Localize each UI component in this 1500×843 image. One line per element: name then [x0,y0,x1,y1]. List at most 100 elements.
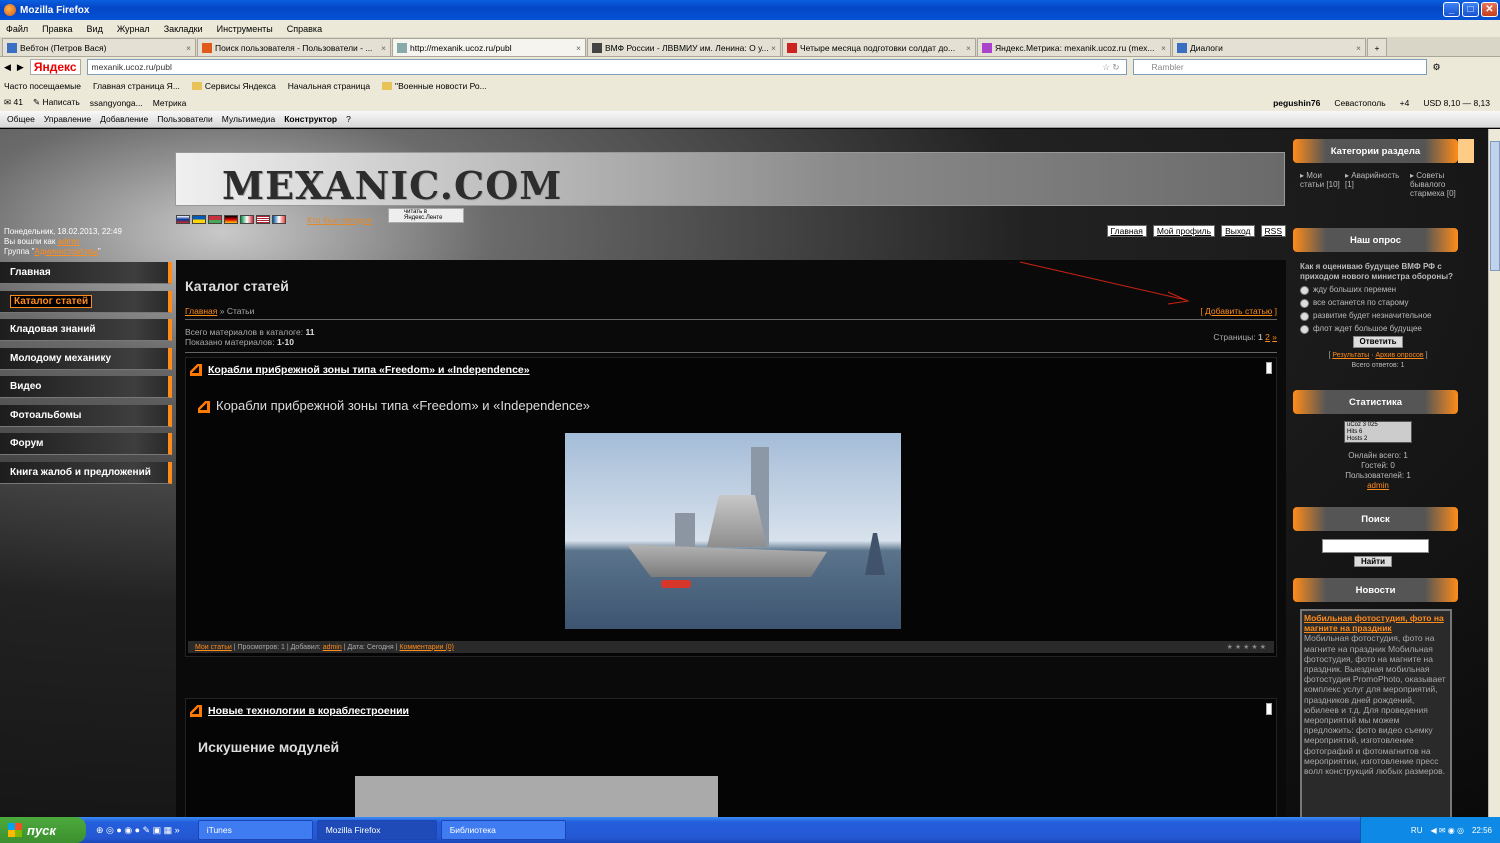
tab-close-icon[interactable]: × [576,43,581,53]
scrollbar-thumb[interactable] [1490,141,1500,271]
new-tab-button[interactable]: + [1367,38,1387,56]
menu-history[interactable]: Журнал [117,24,150,34]
article-title-link[interactable]: Новые технологии в кораблестроении [190,705,409,718]
footer-category-link[interactable]: Мои статьи [195,644,232,651]
tab-close-icon[interactable]: × [1161,43,1166,53]
menu-item-forum[interactable]: Форум [0,433,172,455]
menu-tools[interactable]: Инструменты [217,24,273,34]
news-title-link[interactable]: Мобильная фотостудия, фото на магните на… [1304,613,1444,633]
tab-vmf[interactable]: ВМФ России - ЛВВМИУ им. Ленина: О у... × [587,38,781,56]
menu-item-home[interactable]: Главная [0,262,172,284]
bookmark-folder[interactable]: Сервисы Яндекса [192,81,276,91]
ucoz-menu-add[interactable]: Добавление [100,114,148,124]
menu-file[interactable]: Файл [6,24,28,34]
entry-menu-button[interactable] [1266,362,1272,374]
page-scrollbar[interactable] [1488,129,1500,817]
top-link-profile[interactable]: Мой профиль [1152,225,1216,237]
category-item[interactable]: ▸ Аварийность [1] [1345,171,1409,198]
city[interactable]: Севастополь [1334,98,1385,108]
tab-close-icon[interactable]: × [186,43,191,53]
poll-option[interactable]: жду больших перемен [1300,285,1456,295]
poll-results-link[interactable]: Результаты [1332,352,1369,359]
menu-item-guestbook[interactable]: Книга жалоб и предложений [0,461,172,484]
tab-mexanik-publ[interactable]: http://mexanik.ucoz.ru/publ × [392,38,586,56]
menu-item-knowledge[interactable]: Кладовая знаний [0,319,172,341]
quick-launch-icons[interactable]: ⊕ ◎ ● ◉ ● ✎ ▣ ▦ » [96,825,180,836]
flag-icon[interactable] [240,215,254,224]
user-short[interactable]: ssangyonga... [90,98,143,108]
article-image[interactable] [355,776,718,817]
menu-edit[interactable]: Правка [42,24,72,34]
flag-icon[interactable] [272,215,286,224]
ucoz-menu-general[interactable]: Общее [7,114,35,124]
ucoz-menu-constructor[interactable]: Конструктор [284,114,337,124]
breadcrumb-home[interactable]: Главная [185,306,217,316]
ucoz-counter[interactable]: uCoz 3 025 Hits 6 Hosts 2 [1344,421,1412,443]
site-logo[interactable]: MEXANIC.COM [222,163,562,208]
rating-stars[interactable]: ★★★★★ [1227,643,1268,651]
poll-option[interactable]: развитие будет незначительное [1300,311,1456,321]
forward-icon[interactable]: ▶ [17,62,24,73]
flag-icon[interactable] [192,215,206,224]
tab-dialogs[interactable]: Диалоги × [1172,38,1366,56]
footer-comments-link[interactable]: Комментарии (0) [399,644,454,651]
bookmark-star-icon[interactable]: ☆ ↻ [1102,62,1125,73]
group-link[interactable]: Администраторы [34,247,97,256]
who-was-today-link[interactable]: Кто был сегодня [307,215,372,225]
menu-item-video[interactable]: Видео [0,376,172,398]
ucoz-menu-help[interactable]: ? [346,114,351,124]
category-item[interactable]: ▸ Мои статьи [10] [1300,171,1344,198]
add-article-link[interactable]: [ Добавить статью ] [1200,306,1277,316]
close-button[interactable]: ✕ [1481,2,1498,17]
maximize-button[interactable]: □ [1462,2,1479,17]
sidebar-scroll-handle[interactable] [1458,139,1474,163]
entry-menu-button[interactable] [1266,703,1272,715]
top-link-logout[interactable]: Выход [1221,225,1255,237]
ucoz-menu-media[interactable]: Мультимедиа [222,114,275,124]
yandex-logo[interactable]: Яндекс [29,59,81,75]
back-icon[interactable]: ◀ [4,62,11,73]
menu-view[interactable]: Вид [87,24,103,34]
top-link-home[interactable]: Главная [1106,225,1147,237]
language-indicator[interactable]: RU [1411,826,1423,835]
ship-photo[interactable] [565,433,901,629]
footer-user-link[interactable]: admin [323,644,342,651]
poll-submit-button[interactable]: Ответить [1352,336,1404,348]
menu-item-young-mechanic[interactable]: Молодому механику [0,347,172,370]
menu-item-catalog[interactable]: Каталог статей [0,290,172,313]
taskbar-item-itunes[interactable]: iTunes [197,820,313,840]
tools-icon[interactable]: ⚙ [1433,62,1441,73]
bookmark-item[interactable]: Начальная страница [288,81,370,91]
menu-item-photos[interactable]: Фотоальбомы [0,404,172,427]
taskbar-item-library[interactable]: Библиотека [440,820,566,840]
write-button[interactable]: ✎ Написать [33,97,80,108]
poll-option[interactable]: флот ждет большое будущее [1300,324,1456,334]
page-link[interactable]: 2 [1265,332,1270,342]
tab-vebton[interactable]: Вебтон (Петров Вася) × [2,38,196,56]
site-search-input[interactable] [1322,539,1429,553]
user-link[interactable]: admin [58,237,80,246]
tab-close-icon[interactable]: × [771,43,776,53]
currency-rate[interactable]: USD 8,10 — 8,13 [1423,98,1490,108]
menu-help[interactable]: Справка [287,24,322,34]
tab-user-search[interactable]: Поиск пользователя - Пользователи - ... × [197,38,391,56]
metrika-button[interactable]: Метрика [153,98,187,108]
poll-option[interactable]: все останется по старому [1300,298,1456,308]
site-search-button[interactable]: Найти [1354,556,1392,567]
flag-icon[interactable] [176,215,190,224]
menu-bookmarks[interactable]: Закладки [164,24,203,34]
tab-close-icon[interactable]: × [966,43,971,53]
ucoz-menu-manage[interactable]: Управление [44,114,91,124]
page-next[interactable]: » [1272,332,1277,342]
flag-icon[interactable] [256,215,270,224]
yandex-username[interactable]: pegushin76 [1273,98,1320,108]
tab-metrika[interactable]: Яндекс.Метрика: mexanik.ucoz.ru (mex... × [977,38,1171,56]
top-link-rss[interactable]: RSS [1260,225,1286,237]
tray-icons[interactable]: ◀ ✉ ◉ ◎ [1430,826,1463,835]
flag-icon[interactable] [224,215,238,224]
flag-icon[interactable] [208,215,222,224]
yandex-lenta-button[interactable]: читать в Яндекс.Ленте [388,208,464,223]
bookmark-item[interactable]: Главная страница Я... [93,81,180,91]
poll-archive-link[interactable]: Архив опросов [1375,352,1423,359]
bookmark-item[interactable]: Часто посещаемые [4,81,81,91]
